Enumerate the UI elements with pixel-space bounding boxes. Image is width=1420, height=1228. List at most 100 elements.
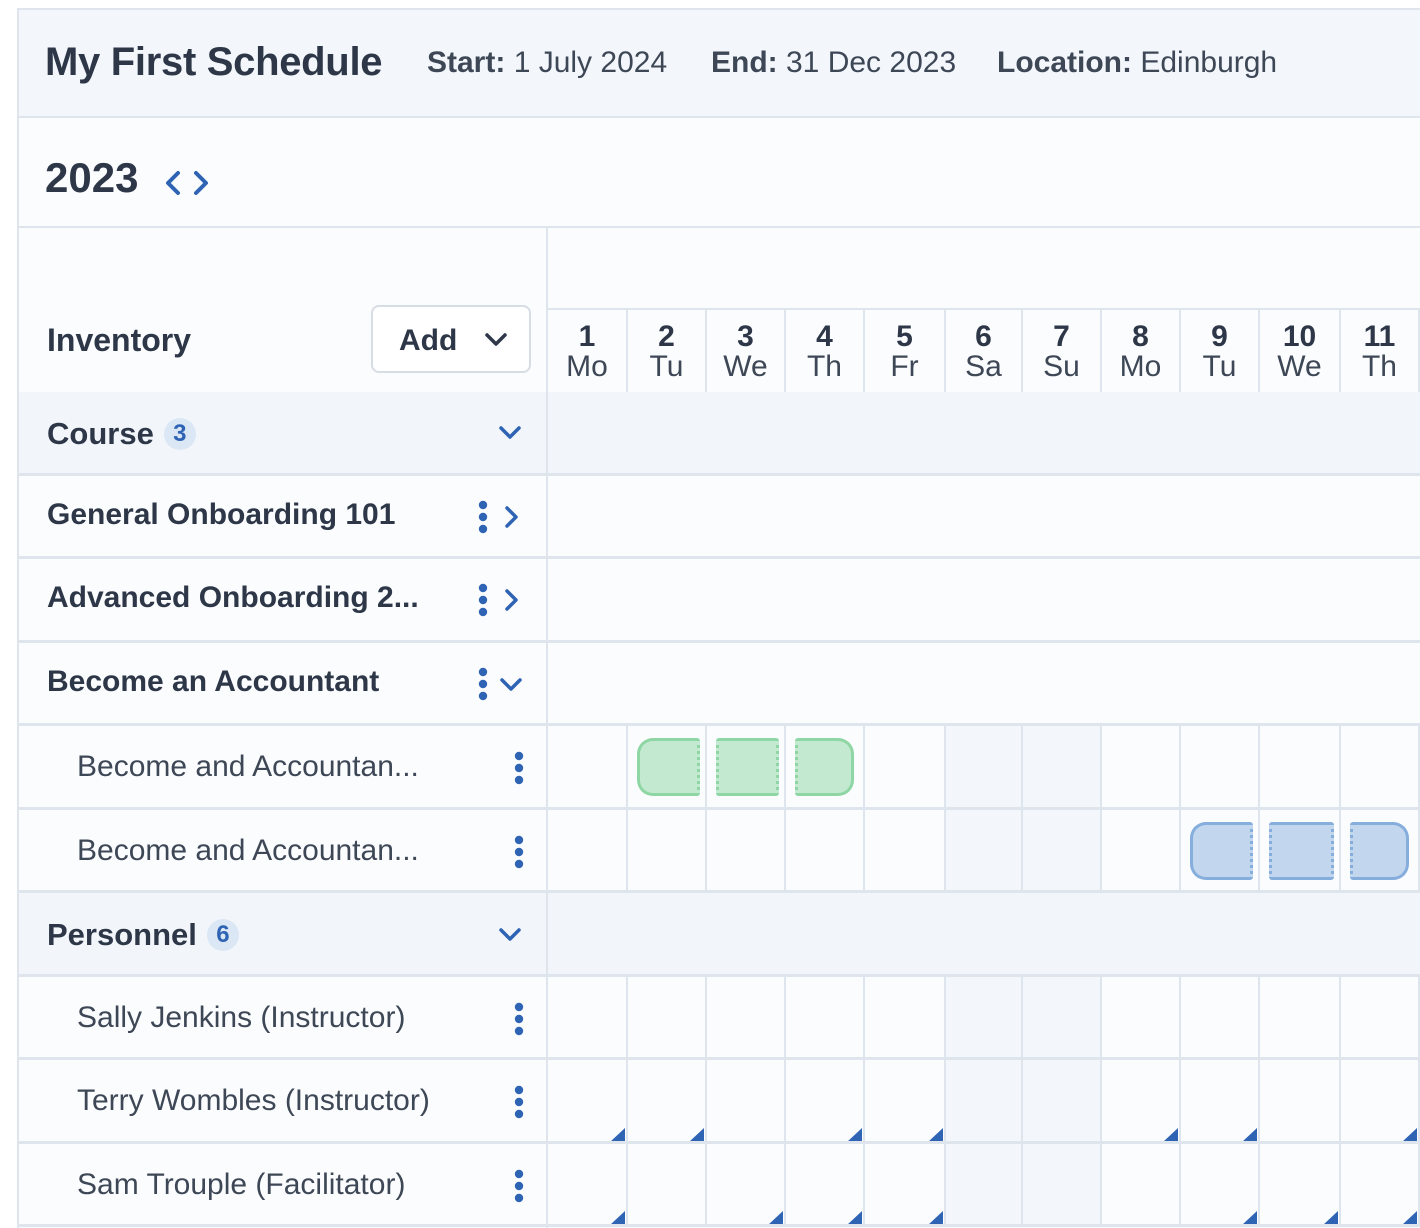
availability-marker (610, 1211, 625, 1225)
course-options-button[interactable] (477, 500, 489, 539)
session-booking-block[interactable] (795, 738, 854, 796)
day-number: 6 (975, 320, 992, 353)
add-dropdown-button[interactable]: Add (371, 305, 531, 373)
schedule-header: My First Schedule Start: 1 July 2024 End… (19, 10, 1420, 118)
grid-line (1258, 809, 1260, 893)
expand-course-button[interactable] (501, 587, 521, 618)
person-options-button[interactable] (513, 1002, 525, 1041)
day-column-header: 9 Tu (1181, 310, 1260, 392)
session-booking-block[interactable] (1350, 821, 1409, 880)
chevron-down-icon (500, 677, 522, 691)
group-title: Personnel (47, 917, 197, 952)
year-label: 2023 (45, 154, 139, 201)
grid-line (1179, 726, 1181, 810)
grid-line (1258, 1143, 1260, 1227)
availability-marker (768, 1211, 783, 1225)
day-number: 3 (737, 320, 754, 353)
grid-line (1100, 1143, 1102, 1227)
grid-line (784, 1060, 786, 1144)
person-label: Sally Jenkins (Instructor) (77, 1000, 406, 1034)
grid-line (1100, 726, 1102, 810)
chevron-down-icon (499, 426, 521, 439)
chevron-left-icon (166, 171, 180, 195)
row-label-cell: Advanced Onboarding 2... (19, 559, 546, 643)
grid-line (1179, 976, 1181, 1060)
collapse-group-button[interactable] (497, 925, 523, 950)
schedule-row: Advanced Onboarding 2... (19, 559, 1420, 643)
row-timeline (548, 809, 1420, 893)
grid-line (705, 726, 707, 810)
grid-line (1339, 1060, 1341, 1144)
grid-line (1100, 809, 1102, 893)
end-label: End: (711, 46, 778, 79)
row-timeline (548, 559, 1420, 643)
more-vertical-icon (514, 835, 524, 868)
row-timeline (548, 1143, 1420, 1227)
schedule-row: Sally Jenkins (Instructor) (19, 976, 1420, 1060)
schedule-row: Terry Wombles (Instructor) (19, 1060, 1420, 1144)
grid-line (784, 726, 786, 810)
session-options-button[interactable] (513, 835, 525, 874)
day-number: 10 (1282, 320, 1317, 353)
grid-line (1021, 1060, 1023, 1144)
course-label: General Onboarding 101 (47, 497, 396, 531)
more-vertical-icon (514, 1002, 524, 1035)
person-options-button[interactable] (513, 1169, 525, 1208)
day-column-header: 11 Th (1341, 310, 1420, 392)
person-options-button[interactable] (513, 1085, 525, 1124)
day-number: 11 (1363, 320, 1396, 353)
collapse-course-button[interactable] (498, 675, 524, 700)
session-options-button[interactable] (513, 751, 525, 790)
weekend-shading (1023, 1143, 1102, 1227)
add-label: Add (399, 324, 458, 357)
grid-line (1021, 726, 1023, 810)
row-label-cell: Terry Wombles (Instructor) (19, 1060, 546, 1144)
course-options-button[interactable] (477, 667, 489, 706)
grid-line (626, 726, 628, 810)
more-vertical-icon (514, 1085, 524, 1119)
count-badge: 6 (206, 919, 239, 951)
location: Location: Edinburgh (997, 46, 1277, 80)
row-label-cell: Become and Accountan... (19, 810, 546, 894)
grid-line (705, 809, 707, 893)
availability-marker (928, 1127, 943, 1142)
day-number: 7 (1053, 320, 1070, 353)
grid-line (944, 1060, 946, 1144)
course-options-button[interactable] (477, 583, 489, 622)
grid-line (863, 726, 865, 810)
grid-line (626, 1060, 628, 1144)
row-timeline (548, 476, 1420, 560)
availability-marker (847, 1211, 862, 1225)
day-of-week: Th (806, 350, 842, 383)
weekend-shading (946, 809, 1023, 893)
schedule-row: Sam Trouple (Facilitator) (19, 1143, 1420, 1227)
collapse-group-button[interactable] (497, 423, 523, 448)
row-label-cell: Become and Accountan... (19, 726, 546, 810)
day-column-header: 6 Sa (946, 310, 1023, 392)
schedule-row: Become an Accountant (19, 643, 1420, 727)
session-booking-block[interactable] (716, 738, 779, 796)
schedule-app: My First Schedule Start: 1 July 2024 End… (17, 8, 1420, 1228)
day-number: 2 (658, 320, 675, 353)
chevron-right-icon (505, 589, 518, 611)
grid-line (1258, 726, 1260, 810)
end-value: 31 Dec 2023 (786, 46, 957, 79)
session-booking-block[interactable] (637, 738, 700, 796)
inventory-label: Inventory (47, 322, 192, 358)
session-booking-block[interactable] (1269, 821, 1334, 880)
grid-line (863, 1143, 865, 1227)
grid-line (705, 1143, 707, 1227)
row-timeline (548, 976, 1420, 1060)
grid-line (626, 1143, 628, 1227)
weekend-shading (1023, 809, 1102, 893)
availability-marker (1402, 1127, 1417, 1142)
availability-marker (689, 1127, 704, 1142)
prev-year-button[interactable] (163, 170, 185, 196)
schedule-row: Become and Accountan... (19, 726, 1420, 810)
grid-line (626, 809, 628, 893)
expand-course-button[interactable] (501, 504, 521, 535)
row-label-cell: Become an Accountant (19, 643, 546, 727)
session-booking-block[interactable] (1190, 821, 1253, 880)
next-year-button[interactable] (189, 170, 211, 196)
schedule-row: General Onboarding 101 (19, 476, 1420, 560)
